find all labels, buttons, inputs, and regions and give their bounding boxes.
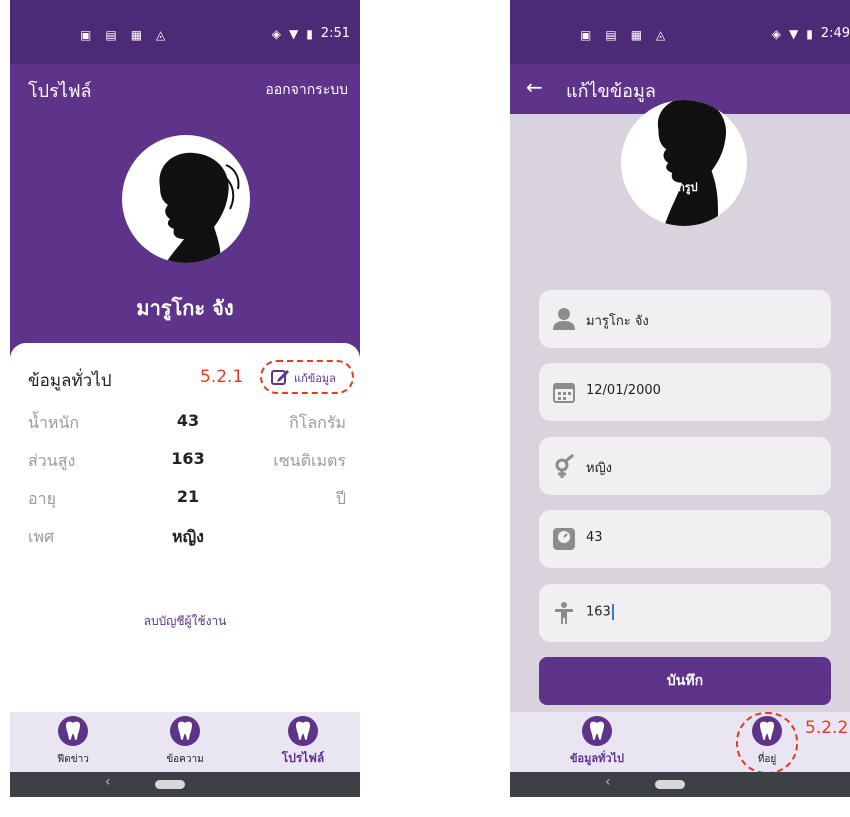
vibrate-icon: ◈ bbox=[771, 26, 781, 41]
system-back-button[interactable]: ‹ bbox=[105, 774, 111, 790]
tooth-icon bbox=[582, 716, 612, 746]
name-field[interactable]: มารูโกะ จัง bbox=[539, 290, 831, 348]
delete-account-link[interactable]: ลบบัญชีผู้ใช้งาน bbox=[10, 612, 360, 631]
logout-button[interactable]: ออกจากระบบ bbox=[265, 79, 348, 101]
bottom-nav: ข้อมูลทั่วไป ที่อยู่ bbox=[510, 712, 850, 772]
annotation-label: 5.2.1 bbox=[200, 367, 244, 387]
row-value: หญิง bbox=[172, 527, 204, 546]
sim-notification-icon: ▤ bbox=[605, 28, 617, 42]
gender-icon bbox=[555, 453, 574, 478]
row-label: ส่วนสูง bbox=[28, 451, 76, 470]
sim-notification-icon: ▤ bbox=[105, 28, 117, 42]
edit-icon bbox=[271, 370, 289, 385]
nav-label: ข้อความ bbox=[166, 754, 204, 765]
row-label: น้ำหนัก bbox=[28, 413, 80, 432]
system-nav-bar: ‹ bbox=[510, 772, 850, 797]
row-unit: เซนติเมตร bbox=[273, 451, 346, 470]
name-value: มารูโกะ จัง bbox=[586, 314, 649, 329]
battery-icon: ▮ bbox=[806, 26, 813, 41]
page-title: โปรไฟล์ bbox=[28, 81, 92, 102]
tooth-icon bbox=[58, 716, 88, 746]
page-title: แก้ไขข้อมูล bbox=[566, 81, 656, 102]
weight-value: 43 bbox=[586, 530, 603, 545]
image-notification-icon: ▣ bbox=[580, 28, 592, 42]
system-home-button[interactable] bbox=[155, 780, 185, 789]
profile-name: มารูโกะ จัง bbox=[136, 296, 234, 320]
nav-item-messages[interactable]: ข้อความ bbox=[140, 716, 230, 772]
annotation-label: 5.2.2 bbox=[805, 718, 849, 738]
profile-screen: ▣ ▤ ▦ ◬ ◈ ▼ ▮ 2:51 โปรไฟล์ ออกจากระบบ มา… bbox=[10, 0, 360, 797]
person-icon bbox=[553, 308, 575, 330]
nav-item-general-info[interactable]: ข้อมูลทั่วไป bbox=[552, 716, 642, 772]
system-back-button[interactable]: ‹ bbox=[605, 774, 611, 790]
height-value[interactable]: 163 bbox=[586, 604, 614, 620]
scale-icon bbox=[553, 528, 575, 550]
info-row-age: อายุ 21 ปี bbox=[28, 487, 346, 513]
bottom-nav: ฟีดข่าว ข้อความ โปรไฟล์ bbox=[10, 712, 360, 772]
status-time: 2:51 bbox=[320, 26, 350, 41]
app-bar: โปรไฟล์ ออกจากระบบ bbox=[10, 64, 360, 114]
height-icon bbox=[555, 602, 573, 624]
general-info-card: ข้อมูลทั่วไป 5.2.1 แก้ข้อมูล น้ำหนัก 43 … bbox=[10, 343, 360, 577]
annotation-highlight bbox=[736, 712, 798, 774]
drive-notification-icon: ◬ bbox=[656, 28, 666, 42]
height-value-text: 163 bbox=[586, 604, 611, 620]
battery-icon: ▮ bbox=[306, 26, 313, 41]
gender-field[interactable]: หญิง bbox=[539, 437, 831, 495]
nav-label: ฟีดข่าว bbox=[57, 754, 89, 765]
info-row-gender: เพศ หญิง bbox=[28, 525, 346, 551]
status-bar: ▣ ▤ ▦ ◬ ◈ ▼ ▮ 2:51 bbox=[10, 0, 360, 64]
gender-value: หญิง bbox=[586, 461, 612, 476]
avatar-picker[interactable]: เลือกรูป bbox=[621, 100, 747, 226]
status-time: 2:49 bbox=[820, 26, 850, 41]
wifi-icon: ▼ bbox=[788, 26, 799, 41]
birthdate-value: 12/01/2000 bbox=[586, 383, 661, 398]
back-arrow-icon[interactable]: ← bbox=[526, 75, 543, 99]
row-unit: ปี bbox=[335, 489, 346, 508]
text-caret bbox=[611, 604, 614, 620]
birthdate-field[interactable]: 12/01/2000 bbox=[539, 363, 831, 421]
height-field[interactable]: 163 bbox=[539, 584, 831, 642]
weight-field[interactable]: 43 bbox=[539, 510, 831, 568]
save-button[interactable]: บันทึก bbox=[539, 657, 831, 705]
choose-photo-label: เลือกรูป bbox=[661, 181, 698, 194]
calendar-notification-icon: ▦ bbox=[630, 28, 643, 42]
nav-item-profile[interactable]: โปรไฟล์ bbox=[258, 716, 348, 772]
system-nav-bar: ‹ bbox=[10, 772, 360, 797]
profile-header: มารูโกะ จัง bbox=[10, 114, 360, 374]
drive-notification-icon: ◬ bbox=[156, 28, 166, 42]
card-title: ข้อมูลทั่วไป bbox=[28, 371, 112, 391]
system-home-button[interactable] bbox=[655, 780, 685, 789]
row-value: 163 bbox=[171, 449, 205, 468]
nav-label: โปรไฟล์ bbox=[281, 751, 325, 765]
vibrate-icon: ◈ bbox=[271, 26, 281, 41]
tooth-icon bbox=[288, 716, 318, 746]
nav-label: ข้อมูลทั่วไป bbox=[569, 752, 625, 765]
calendar-notification-icon: ▦ bbox=[130, 28, 143, 42]
avatar bbox=[122, 135, 250, 263]
image-notification-icon: ▣ bbox=[80, 28, 92, 42]
info-row-height: ส่วนสูง 163 เซนติเมตร bbox=[28, 449, 346, 475]
row-label: เพศ bbox=[28, 527, 55, 546]
row-value: 21 bbox=[176, 487, 200, 506]
edit-profile-button[interactable]: แก้ข้อมูล bbox=[260, 360, 354, 394]
nav-item-news-feed[interactable]: ฟีดข่าว bbox=[28, 716, 118, 772]
row-label: อายุ bbox=[28, 489, 56, 508]
info-row-weight: น้ำหนัก 43 กิโลกรัม bbox=[28, 411, 346, 437]
woman-silhouette-icon bbox=[657, 100, 727, 226]
calendar-icon bbox=[553, 383, 575, 403]
wifi-icon: ▼ bbox=[288, 26, 299, 41]
status-bar: ▣ ▤ ▦ ◬ ◈ ▼ ▮ 2:49 bbox=[510, 0, 850, 64]
row-value: 43 bbox=[176, 411, 200, 430]
edit-profile-screen: ▣ ▤ ▦ ◬ ◈ ▼ ▮ 2:49 ← แก้ไขข้อมูล เลือกรู… bbox=[510, 0, 850, 797]
tooth-icon bbox=[170, 716, 200, 746]
edit-profile-label: แก้ข้อมูล bbox=[294, 372, 336, 385]
woman-silhouette-icon bbox=[159, 152, 240, 263]
row-unit: กิโลกรัม bbox=[289, 413, 346, 432]
